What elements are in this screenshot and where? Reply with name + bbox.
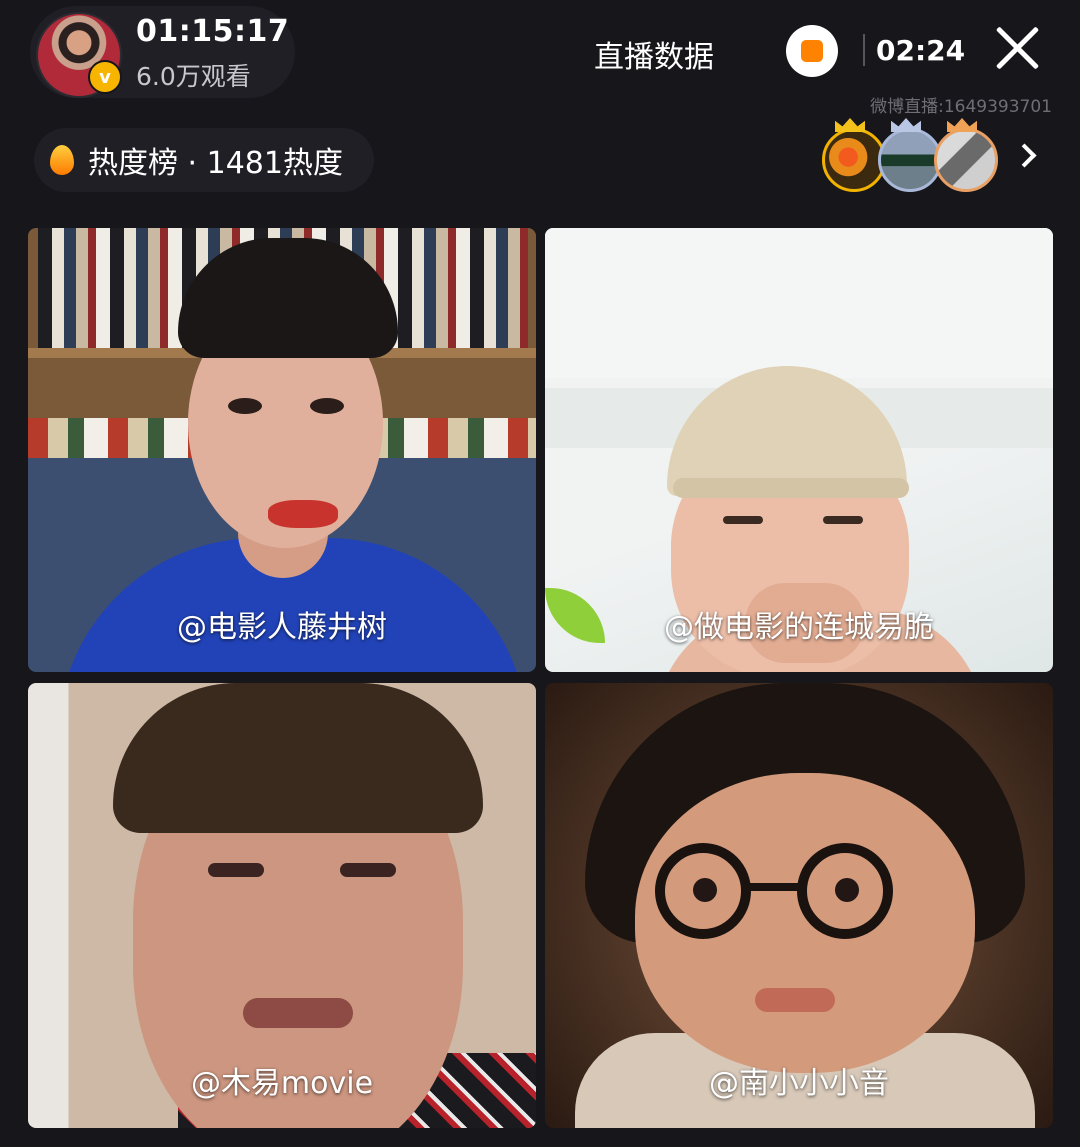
viewer-count: 6.0万观看 [136,62,251,91]
gold-crown-icon [835,118,865,132]
heat-rank-label: 热度榜 · 1481热度 [88,146,343,181]
participant-name: @做电影的连城易脆 [664,610,934,645]
participant-video-tile[interactable]: @木易movie [28,683,536,1128]
participant-name: @木易movie [190,1066,374,1101]
stop-record-button[interactable] [786,25,838,77]
verified-badge-icon: v [88,60,122,94]
room-id: 微博直播:1649393701 [870,97,1052,117]
chevron-right-icon[interactable] [1014,144,1036,166]
bronze-crown-icon [947,118,977,132]
close-icon[interactable] [992,22,1044,74]
fan-avatar[interactable] [934,128,998,192]
live-data-button[interactable]: 直播数据 [594,32,714,76]
fan-avatar[interactable] [822,128,886,192]
duration-timer: 02:24 [876,34,966,67]
fan-avatar[interactable] [878,128,942,192]
divider [863,34,865,66]
heat-rank-button[interactable]: 热度榜 · 1481热度 [34,128,374,192]
participant-video-tile[interactable]: @电影人藤井树 [28,228,536,672]
silver-crown-icon [891,118,921,132]
stop-record-icon [801,40,823,62]
participant-name: @电影人藤井树 [177,610,387,645]
elapsed-time: 01:15:17 [136,14,290,49]
video-grid: @电影人藤井树 @做电影的连城易脆 @木易movie @南小小小音 [28,228,1053,1128]
participant-video-tile[interactable]: @南小小小音 [545,683,1053,1128]
flame-icon [50,145,74,175]
top-bar: v 01:15:17 6.0万观看 直播数据 02:24 微博直播:164939… [0,0,1080,120]
participant-name: @南小小小音 [709,1066,889,1101]
participant-video-tile[interactable]: @做电影的连城易脆 [545,228,1053,672]
top-fans-list[interactable] [818,118,1058,200]
